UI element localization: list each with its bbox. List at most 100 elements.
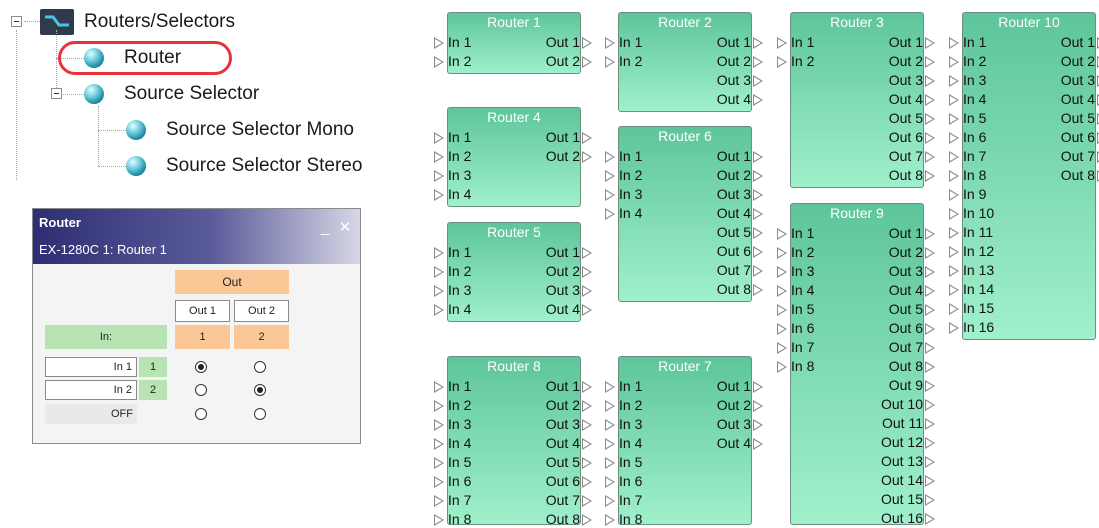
input-pin[interactable]: In 16 [949, 319, 994, 336]
input-pin[interactable]: In 3 [949, 72, 986, 89]
output-pin[interactable]: Out 7 [889, 148, 935, 165]
input-pin[interactable]: In 11 [949, 224, 993, 241]
output-pin[interactable]: Out 5 [889, 301, 935, 318]
output-pin[interactable]: Out 2 [546, 148, 592, 165]
route-in2-out2-radio[interactable] [254, 384, 266, 396]
output-pin[interactable]: Out 1 [546, 244, 592, 261]
output-pin[interactable]: Out 8 [889, 167, 935, 184]
output-pin[interactable]: Out 7 [1061, 148, 1099, 165]
router-block-5[interactable]: Router 4 In 1 In 2 In 3 In 4 Out 1 Out 2 [434, 107, 592, 207]
input-pin[interactable]: In 1 [605, 34, 642, 51]
input-pin[interactable]: In 13 [949, 262, 994, 279]
input-pin[interactable]: In 1 [605, 148, 642, 165]
input-pin[interactable]: In 6 [949, 129, 986, 146]
input-pin[interactable]: In 5 [434, 454, 471, 471]
input-pin[interactable]: In 1 [777, 225, 814, 242]
collapse-toggle-icon[interactable] [11, 16, 22, 27]
input-pin[interactable]: In 6 [605, 473, 642, 490]
tree-item-source-selector[interactable]: Source Selector [124, 83, 259, 105]
input-pin[interactable]: In 8 [777, 358, 814, 375]
route-off-out1-radio[interactable] [195, 408, 207, 420]
output-pin[interactable]: Out 3 [546, 282, 592, 299]
input-pin[interactable]: In 6 [434, 473, 471, 490]
input-pin[interactable]: In 5 [949, 110, 986, 127]
input-pin[interactable]: In 5 [605, 454, 642, 471]
output-pin[interactable]: Out 1 [717, 34, 763, 51]
output-pin[interactable]: Out 16 [881, 510, 935, 527]
output-pin[interactable]: Out 4 [546, 301, 592, 318]
output-pin[interactable]: Out 2 [717, 167, 763, 184]
output-pin[interactable]: Out 5 [546, 454, 592, 471]
input-pin[interactable]: In 5 [777, 301, 814, 318]
output-pin[interactable]: Out 6 [546, 473, 592, 490]
input-pin[interactable]: In 4 [605, 205, 642, 222]
output-pin[interactable]: Out 4 [889, 91, 935, 108]
collapse-toggle-icon[interactable] [51, 88, 62, 99]
input-pin[interactable]: In 8 [434, 511, 471, 528]
input-pin[interactable]: In 12 [949, 243, 994, 260]
input-pin[interactable]: In 3 [434, 282, 471, 299]
input-pin[interactable]: In 4 [434, 301, 471, 318]
output-pin[interactable]: Out 14 [881, 472, 935, 489]
output-pin[interactable]: Out 2 [889, 53, 935, 70]
input-pin[interactable]: In 9 [949, 186, 986, 203]
input-pin[interactable]: In 3 [605, 186, 642, 203]
input-pin[interactable]: In 4 [949, 91, 986, 108]
input-pin[interactable]: In 7 [777, 339, 814, 356]
input-pin[interactable]: In 2 [777, 53, 814, 70]
input-pin[interactable]: In 8 [605, 511, 642, 528]
output-pin[interactable]: Out 3 [717, 416, 763, 433]
output-pin[interactable]: Out 2 [546, 53, 592, 70]
input-pin[interactable]: In 2 [949, 53, 986, 70]
output-pin[interactable]: Out 8 [546, 511, 592, 528]
input-pin[interactable]: In 7 [434, 492, 471, 509]
input-pin[interactable]: In 1 [949, 34, 986, 51]
output-pin[interactable]: Out 7 [889, 339, 935, 356]
close-button[interactable]: ✕ [336, 219, 354, 237]
input-pin[interactable]: In 1 [434, 244, 471, 261]
output-pin[interactable]: Out 12 [881, 434, 935, 451]
input-pin[interactable]: In 4 [434, 186, 471, 203]
router-block-7[interactable]: Router 5 In 1 In 2 In 3 In 4 Out 1 Out 2 Out 3 O… [434, 222, 592, 322]
router-block-8[interactable]: Router 9 In 1 In 2 In 3 In 4 In 5 In 6 In 7 In 8… [777, 203, 935, 527]
output-pin[interactable]: Out 1 [546, 129, 592, 146]
route-in1-out2-radio[interactable] [254, 361, 266, 373]
input-pin[interactable]: In 10 [949, 205, 994, 222]
output-pin[interactable]: Out 15 [881, 491, 935, 508]
input-pin[interactable]: In 4 [434, 435, 471, 452]
input-pin[interactable]: In 4 [777, 282, 814, 299]
output-pin[interactable]: Out 4 [889, 282, 935, 299]
input-pin[interactable]: In 2 [434, 148, 471, 165]
input-2-name-field[interactable]: In 2 [45, 380, 137, 400]
output-pin[interactable]: Out 7 [717, 262, 763, 279]
output-pin[interactable]: Out 2 [546, 263, 592, 280]
output-pin[interactable]: Out 1 [546, 378, 592, 395]
output-pin[interactable]: Out 1 [717, 148, 763, 165]
input-pin[interactable]: In 1 [434, 34, 471, 51]
output-pin[interactable]: Out 4 [1061, 91, 1099, 108]
output-pin[interactable]: Out 8 [1061, 167, 1099, 184]
output-pin[interactable]: Out 3 [1061, 72, 1099, 89]
router-block-4[interactable]: Router 10 In 1 In 2 In 3 In 4 In 5 In 6 In 7 In … [949, 12, 1099, 340]
output-pin[interactable]: Out 5 [717, 224, 763, 241]
output-pin[interactable]: Out 3 [546, 416, 592, 433]
dialog-title-bar[interactable]: Router EX-1280C 1: Router 1 _ ✕ [33, 209, 360, 264]
input-pin[interactable]: In 14 [949, 281, 994, 298]
output-pin[interactable]: Out 1 [1061, 34, 1099, 51]
output-pin[interactable]: Out 1 [546, 34, 592, 51]
output-pin[interactable]: Out 6 [889, 320, 935, 337]
route-in2-out1-radio[interactable] [195, 384, 207, 396]
output-pin[interactable]: Out 2 [717, 397, 763, 414]
route-in1-out1-radio[interactable] [195, 361, 207, 373]
output-pin[interactable]: Out 8 [889, 358, 935, 375]
router-block-9[interactable]: Router 8 In 1 In 2 In 3 In 4 In 5 In 6 In 7 In 8… [434, 356, 592, 528]
output-pin[interactable]: Out 10 [881, 396, 935, 413]
input-pin[interactable]: In 8 [949, 167, 986, 184]
input-pin[interactable]: In 15 [949, 300, 994, 317]
output-pin[interactable]: Out 7 [546, 492, 592, 509]
output-pin[interactable]: Out 6 [717, 243, 763, 260]
output-pin[interactable]: Out 3 [889, 72, 935, 89]
router-block-10[interactable]: Router 7 In 1 In 2 In 3 In 4 In 5 In 6 In 7 In 8… [605, 356, 763, 528]
input-pin[interactable]: In 2 [605, 167, 642, 184]
input-pin[interactable]: In 3 [605, 416, 642, 433]
